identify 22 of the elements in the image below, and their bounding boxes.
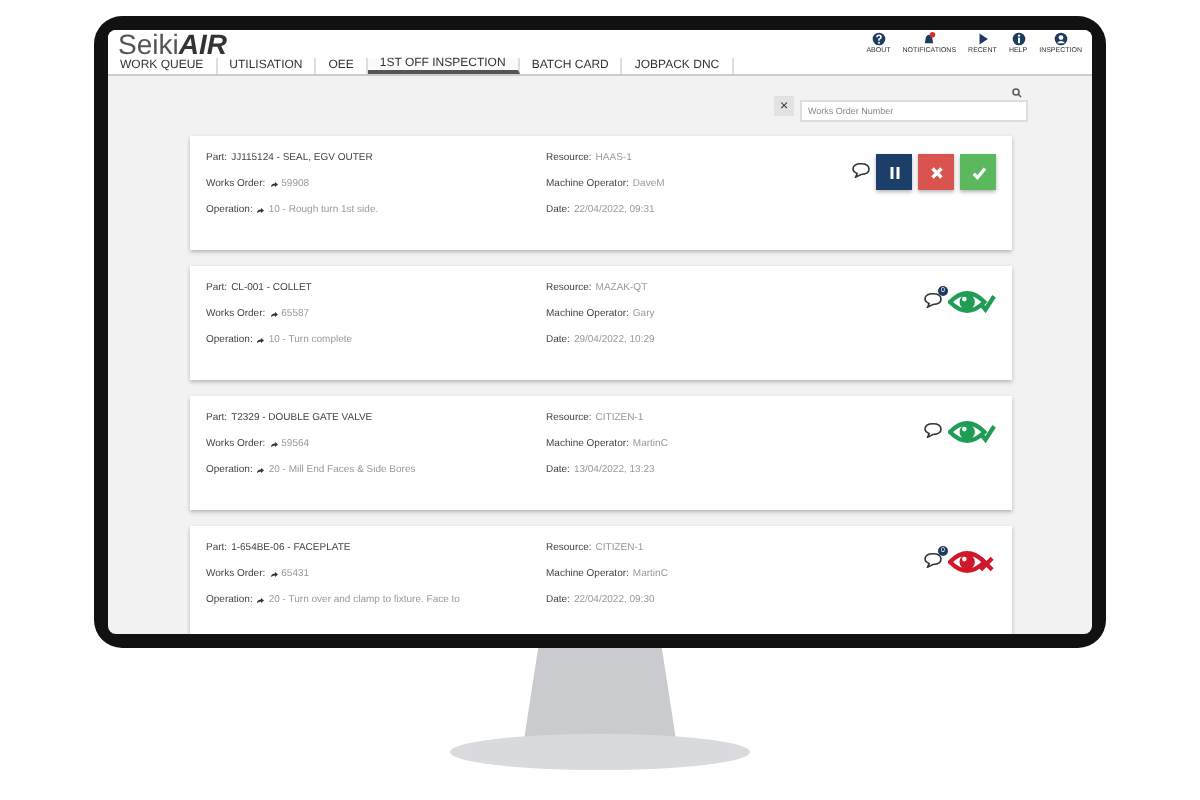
pause-button[interactable] [876,154,912,190]
link-arrow-icon [269,442,278,448]
link-arrow-icon [269,312,278,318]
link-arrow-icon [269,182,278,188]
app-logo: SeikiAIR [118,30,227,58]
comment-icon [924,552,942,568]
link-arrow-icon [256,468,265,474]
approve-button[interactable] [960,154,996,190]
comment-icon [852,162,870,178]
link-arrow-icon [256,338,265,344]
play-icon [975,32,990,47]
comment-icon [924,422,942,438]
comment-icon [924,292,942,308]
bell-icon [922,32,937,47]
pause-icon [885,163,903,181]
link-arrow-icon [269,572,278,578]
reject-button[interactable] [918,154,954,190]
close-icon [927,163,945,181]
search-icon [1012,88,1022,98]
link-arrow-icon [256,208,265,214]
link-arrow-icon [256,598,265,604]
check-icon [969,163,987,181]
